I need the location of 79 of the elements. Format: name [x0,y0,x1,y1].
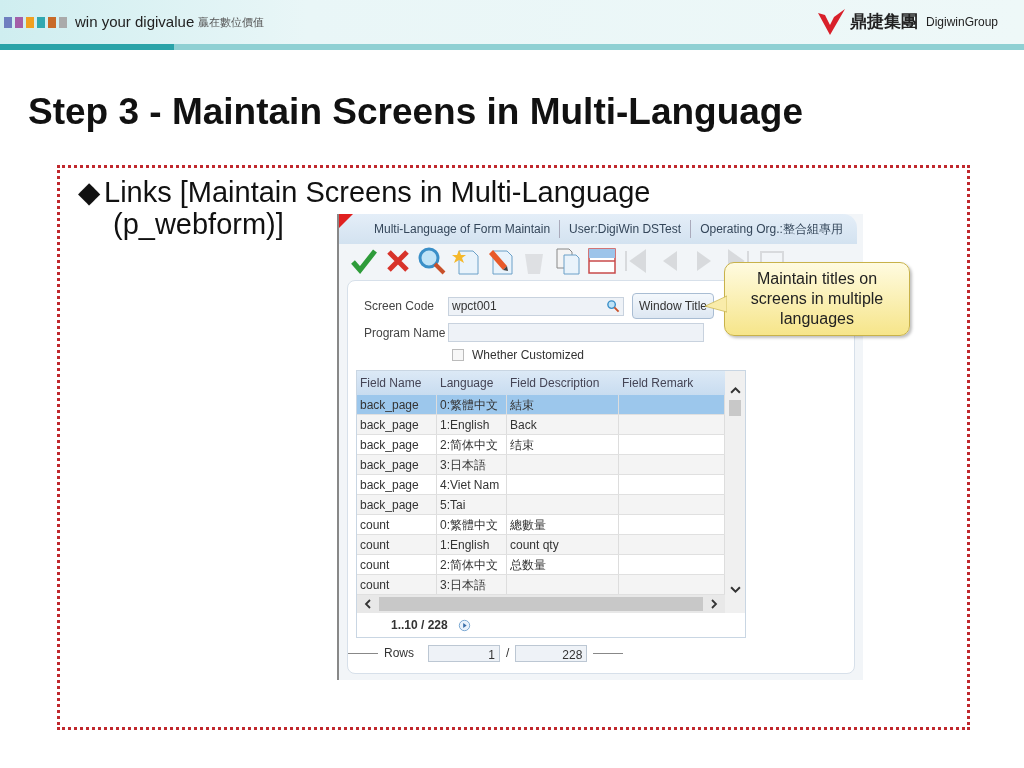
table-cell-text: count [360,536,390,554]
title-tab-text: User:DigiWin DSTest [560,220,692,238]
table-cell-text: count qty [510,536,559,554]
table-cell-text: back_page [360,416,419,434]
program-name-field[interactable] [448,323,704,342]
table-cell-text: 1:English [440,416,490,434]
table-row[interactable]: count 3:日本語 [357,575,725,595]
rows-label: Rows [384,645,414,662]
column-header[interactable]: Field Remark [619,374,725,392]
table-cell-text: 2:简体中文 [440,436,498,454]
column-header[interactable]: Field Name [357,374,437,392]
checkbox-label: Whether Customized [472,347,585,364]
title-tab-text: Multi-Language of Form Maintain [365,220,561,238]
separator-text: / [506,645,510,662]
table-cell-text: 結束 [510,396,534,414]
scroll-thumb[interactable] [729,400,741,416]
vertical-scrollbar[interactable] [725,371,745,613]
search-icon[interactable] [417,246,447,276]
checkbox[interactable] [452,349,464,361]
table-cell-text: 總數量 [510,516,546,534]
table-row[interactable]: back_page 2:简体中文 结束 [357,435,725,455]
field-label: Program Name [364,324,447,342]
scroll-up-icon[interactable] [729,385,741,396]
table-cell-text: count [360,576,390,594]
horizontal-scrollbar[interactable] [357,595,725,613]
logo-chinese-text: 鼎捷集團 [849,11,918,34]
table-cell-text: 0:繁體中文 [440,396,498,414]
scroll-down-icon[interactable] [729,584,741,595]
layout-icon[interactable] [587,246,617,276]
table-cell-text: back_page [360,456,419,474]
window-title-button[interactable]: Window Title [632,293,715,319]
bullet-text: (p_webform)] [113,208,284,240]
table-row[interactable]: back_page 1:English Back [357,415,725,435]
table-row[interactable]: back_page 3:日本語 [357,455,725,475]
table-cell-text: back_page [360,476,419,494]
table-row[interactable]: back_page 5:Tai [357,495,725,515]
table-cell-text: back_page [360,496,419,514]
search-icon [606,299,620,313]
table-cell-text: back_page [360,436,419,454]
column-header[interactable]: Field Description [507,374,619,392]
table-row[interactable]: back_page 0:繁體中文 結束 [357,395,725,415]
table-cell-text: 3:日本語 [440,456,486,474]
bullet-text: Links [Maintain Screens in Multi-Language [104,175,651,210]
scroll-left-icon[interactable] [363,599,373,609]
table-cell-text: 4:Viet Nam [440,476,500,494]
tagline-text: win your digivalue [75,11,195,32]
table-cell-text: 2:简体中文 [440,556,498,574]
table-cell-text: back_page [360,396,419,414]
screen-code-field[interactable]: wpct001 [448,296,624,316]
slide-title: Step 3 - Maintain Screens in Multi-Language [27,90,805,134]
table-row[interactable]: count 2:简体中文 总数量 [357,555,725,575]
table-row[interactable]: count 0:繁體中文 總數量 [357,515,725,535]
color-squares-icon [4,16,67,28]
table-cell-text: 0:繁體中文 [440,516,498,534]
table-row[interactable]: count 1:English count qty [357,535,725,555]
current-row-field[interactable]: 1 [428,644,500,662]
field-label: Screen Code [364,298,436,315]
table-cell-text: 3:日本語 [440,576,486,594]
table-cell-text: 1:English [440,536,490,554]
logo-text: DigiwinGroup [925,14,998,31]
table-cell-text: 总数量 [510,556,546,574]
bullet-icon: ◆ [78,174,100,210]
pager-text: 1..10 / 228 [391,617,448,634]
copy-documents-icon[interactable] [553,246,583,276]
column-header[interactable]: Language [437,374,507,392]
scroll-thumb[interactable] [379,597,703,611]
callout-text: Maintain titles on screens in multiple languages [750,270,884,327]
logo-icon [815,7,846,37]
table-row[interactable]: back_page 4:Viet Nam [357,475,725,495]
title-tab-text: Operating Org.:整合組專用 [699,221,844,238]
table-cell-text: 5:Tai [440,496,466,514]
next-page-icon[interactable] [457,618,471,632]
total-rows-field[interactable]: 228 [515,644,588,662]
table-cell-text: Back [510,416,537,434]
table-cell-text: count [360,556,390,574]
table-cell-text: count [360,516,390,534]
scroll-right-icon[interactable] [709,599,719,609]
table-cell-text: 结束 [510,436,534,454]
tagline-chinese-text: 贏在數位價值 [198,14,265,30]
